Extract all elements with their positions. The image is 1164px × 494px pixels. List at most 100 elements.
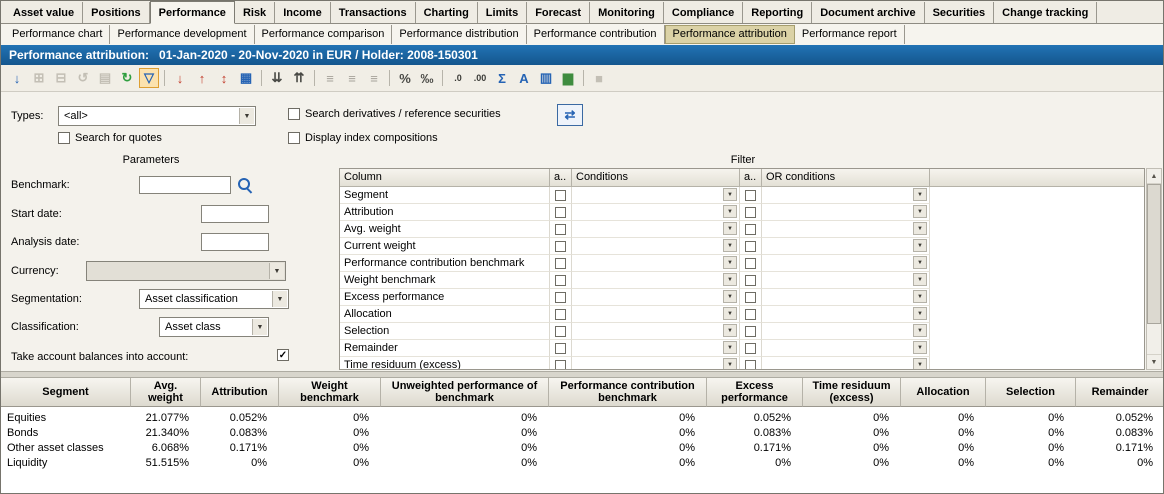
filter-and-checkbox[interactable]	[555, 360, 566, 371]
tab-charting[interactable]: Charting	[416, 2, 478, 23]
results-column-header-unweighted-performance-of-benchmark[interactable]: Unweighted performance of benchmark	[381, 378, 549, 407]
sort-ascending-icon[interactable]: ↑	[192, 68, 212, 88]
results-column-header-excess-performance[interactable]: Excess performance	[707, 378, 803, 407]
tab-reporting[interactable]: Reporting	[743, 2, 812, 23]
tab-asset-value[interactable]: Asset value	[5, 2, 83, 23]
filter-or-checkbox[interactable]	[745, 275, 756, 286]
conditions-dropdown[interactable]: ▼	[723, 239, 737, 252]
scroll-up-icon[interactable]: ▲	[1147, 169, 1161, 184]
results-column-header-attribution[interactable]: Attribution	[201, 378, 279, 407]
scroll-down-icon[interactable]: ▼	[1147, 354, 1161, 369]
filter-or-checkbox[interactable]	[745, 258, 756, 269]
filter-icon[interactable]: ▽	[139, 68, 159, 88]
index-compositions-checkbox[interactable]	[288, 132, 300, 144]
filter-and-checkbox[interactable]	[555, 207, 566, 218]
or-conditions-dropdown[interactable]: ▼	[913, 222, 927, 235]
filter-or-checkbox[interactable]	[745, 207, 756, 218]
balances-checkbox[interactable]	[277, 349, 289, 361]
results-column-header-allocation[interactable]: Allocation	[901, 378, 986, 407]
filter-and-checkbox[interactable]	[555, 275, 566, 286]
filter-or-checkbox[interactable]	[745, 224, 756, 235]
table-view-icon[interactable]: ▦	[236, 68, 256, 88]
classification-select[interactable]: Asset class ▼	[159, 317, 269, 337]
segmentation-select[interactable]: Asset classification ▼	[139, 289, 289, 309]
conditions-dropdown[interactable]: ▼	[723, 324, 737, 337]
subtab-performance-development[interactable]: Performance development	[110, 25, 254, 44]
filter-or-checkbox[interactable]	[745, 241, 756, 252]
filter-or-checkbox[interactable]	[745, 343, 756, 354]
expand-all-icon[interactable]: ⇊	[267, 68, 287, 88]
conditions-dropdown[interactable]: ▼	[723, 273, 737, 286]
conditions-dropdown[interactable]: ▼	[723, 358, 737, 370]
percent-icon[interactable]: %	[395, 68, 415, 88]
benchmark-input[interactable]	[139, 176, 231, 194]
tab-change-tracking[interactable]: Change tracking	[994, 2, 1097, 23]
subtab-performance-attribution[interactable]: Performance attribution	[665, 25, 795, 44]
results-column-header-weight-benchmark[interactable]: Weight benchmark	[279, 378, 381, 407]
tab-performance[interactable]: Performance	[150, 1, 235, 24]
or-conditions-dropdown[interactable]: ▼	[913, 188, 927, 201]
results-column-header-avg-weight[interactable]: Avg. weight	[131, 378, 201, 407]
filter-and-checkbox[interactable]	[555, 309, 566, 320]
filter-or-checkbox[interactable]	[745, 292, 756, 303]
subtab-performance-distribution[interactable]: Performance distribution	[392, 25, 526, 44]
tab-transactions[interactable]: Transactions	[331, 2, 416, 23]
tab-positions[interactable]: Positions	[83, 2, 150, 23]
or-conditions-dropdown[interactable]: ▼	[913, 290, 927, 303]
sum-icon[interactable]: Σ	[492, 68, 512, 88]
conditions-dropdown[interactable]: ▼	[723, 188, 737, 201]
or-conditions-dropdown[interactable]: ▼	[913, 205, 927, 218]
horizontal-splitter[interactable]	[1, 371, 1163, 378]
conditions-dropdown[interactable]: ▼	[723, 222, 737, 235]
tab-securities[interactable]: Securities	[925, 2, 995, 23]
subtab-performance-comparison[interactable]: Performance comparison	[255, 25, 393, 44]
filter-or-checkbox[interactable]	[745, 309, 756, 320]
chart-icon[interactable]: ▆	[558, 68, 578, 88]
or-conditions-dropdown[interactable]: ▼	[913, 256, 927, 269]
scrollbar-thumb[interactable]	[1147, 184, 1161, 324]
collapse-all-icon[interactable]: ⇈	[289, 68, 309, 88]
or-conditions-dropdown[interactable]: ▼	[913, 273, 927, 286]
filter-and-checkbox[interactable]	[555, 343, 566, 354]
conditions-dropdown[interactable]: ▼	[723, 307, 737, 320]
results-column-header-performance-contribution-benchmark[interactable]: Performance contribution benchmark	[549, 378, 707, 407]
subtab-performance-contribution[interactable]: Performance contribution	[527, 25, 665, 44]
search-icon[interactable]	[237, 177, 253, 193]
conditions-dropdown[interactable]: ▼	[723, 290, 737, 303]
tab-document-archive[interactable]: Document archive	[812, 2, 924, 23]
font-icon[interactable]: A	[514, 68, 534, 88]
permille-icon[interactable]: ‰	[417, 68, 437, 88]
filter-and-checkbox[interactable]	[555, 190, 566, 201]
results-column-header-segment[interactable]: Segment	[1, 378, 131, 407]
or-conditions-dropdown[interactable]: ▼	[913, 341, 927, 354]
conditions-dropdown[interactable]: ▼	[723, 205, 737, 218]
or-conditions-dropdown[interactable]: ▼	[913, 324, 927, 337]
tab-income[interactable]: Income	[275, 2, 331, 23]
conditions-dropdown[interactable]: ▼	[723, 341, 737, 354]
results-column-header-time-residuum-excess[interactable]: Time residuum (excess)	[803, 378, 901, 407]
derivatives-checkbox[interactable]	[288, 108, 300, 120]
currency-select[interactable]: ▼	[86, 261, 286, 281]
or-conditions-dropdown[interactable]: ▼	[913, 239, 927, 252]
filter-and-checkbox[interactable]	[555, 258, 566, 269]
quotes-checkbox[interactable]	[58, 132, 70, 144]
results-column-header-remainder[interactable]: Remainder	[1076, 378, 1163, 407]
tab-limits[interactable]: Limits	[478, 2, 527, 23]
decimal-increase-icon[interactable]: .00	[470, 68, 490, 88]
tab-risk[interactable]: Risk	[235, 2, 275, 23]
sort-descending-icon[interactable]: ↓	[170, 68, 190, 88]
subtab-performance-chart[interactable]: Performance chart	[5, 25, 110, 44]
tab-compliance[interactable]: Compliance	[664, 2, 743, 23]
or-conditions-dropdown[interactable]: ▼	[913, 307, 927, 320]
filter-scrollbar[interactable]: ▲ ▼	[1146, 168, 1162, 370]
filter-or-checkbox[interactable]	[745, 360, 756, 371]
export-icon[interactable]: ↓	[7, 68, 27, 88]
filter-and-checkbox[interactable]	[555, 241, 566, 252]
filter-or-checkbox[interactable]	[745, 190, 756, 201]
start-date-input[interactable]	[201, 205, 269, 223]
or-conditions-dropdown[interactable]: ▼	[913, 358, 927, 370]
filter-and-checkbox[interactable]	[555, 292, 566, 303]
filter-or-checkbox[interactable]	[745, 326, 756, 337]
sort-order-icon[interactable]: ↕	[214, 68, 234, 88]
subtab-performance-report[interactable]: Performance report	[795, 25, 905, 44]
